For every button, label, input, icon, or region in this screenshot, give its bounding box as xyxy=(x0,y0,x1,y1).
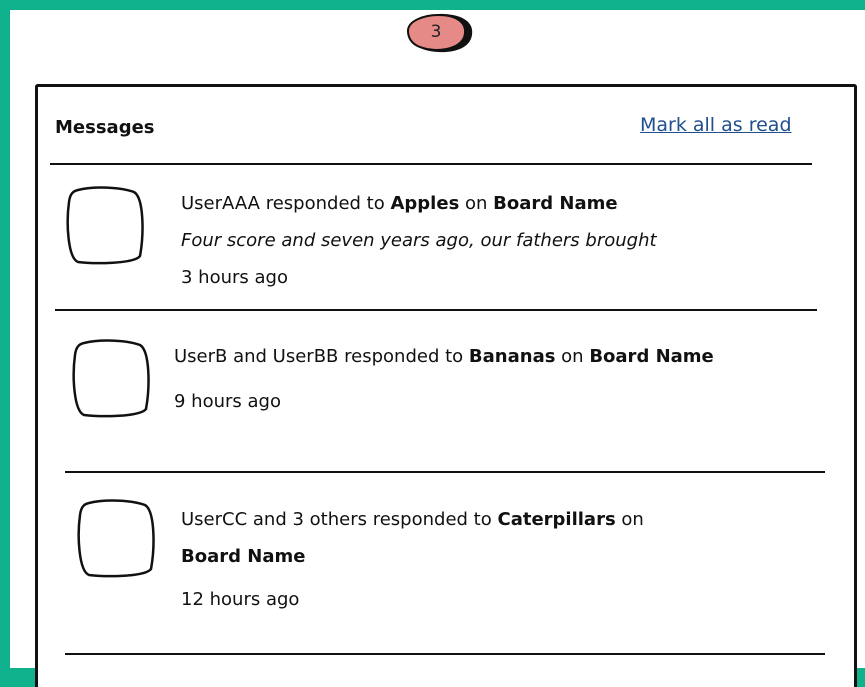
item-divider xyxy=(65,471,825,473)
notification-board: Board Name xyxy=(181,546,306,567)
messages-panel xyxy=(35,84,857,687)
avatar xyxy=(66,186,144,265)
avatar xyxy=(77,499,155,578)
timestamp: 3 hours ago xyxy=(181,267,288,288)
item-divider xyxy=(55,309,817,311)
timestamp: 9 hours ago xyxy=(174,391,281,412)
badge-count: 3 xyxy=(430,22,442,42)
avatar xyxy=(72,339,150,418)
timestamp: 12 hours ago xyxy=(181,589,300,610)
notification-summary: UserAAA responded to Apples on Board Nam… xyxy=(181,193,618,214)
mark-all-read-link[interactable]: Mark all as read xyxy=(640,114,792,136)
message-snippet: Four score and seven years ago, our fath… xyxy=(181,230,657,251)
header-divider xyxy=(50,163,812,165)
panel-title: Messages xyxy=(55,117,155,138)
notification-count-badge[interactable]: 3 xyxy=(404,11,476,55)
item-divider xyxy=(65,653,825,655)
notification-summary: UserCC and 3 others responded to Caterpi… xyxy=(181,509,644,530)
notification-summary: UserB and UserBB responded to Bananas on… xyxy=(174,346,714,367)
